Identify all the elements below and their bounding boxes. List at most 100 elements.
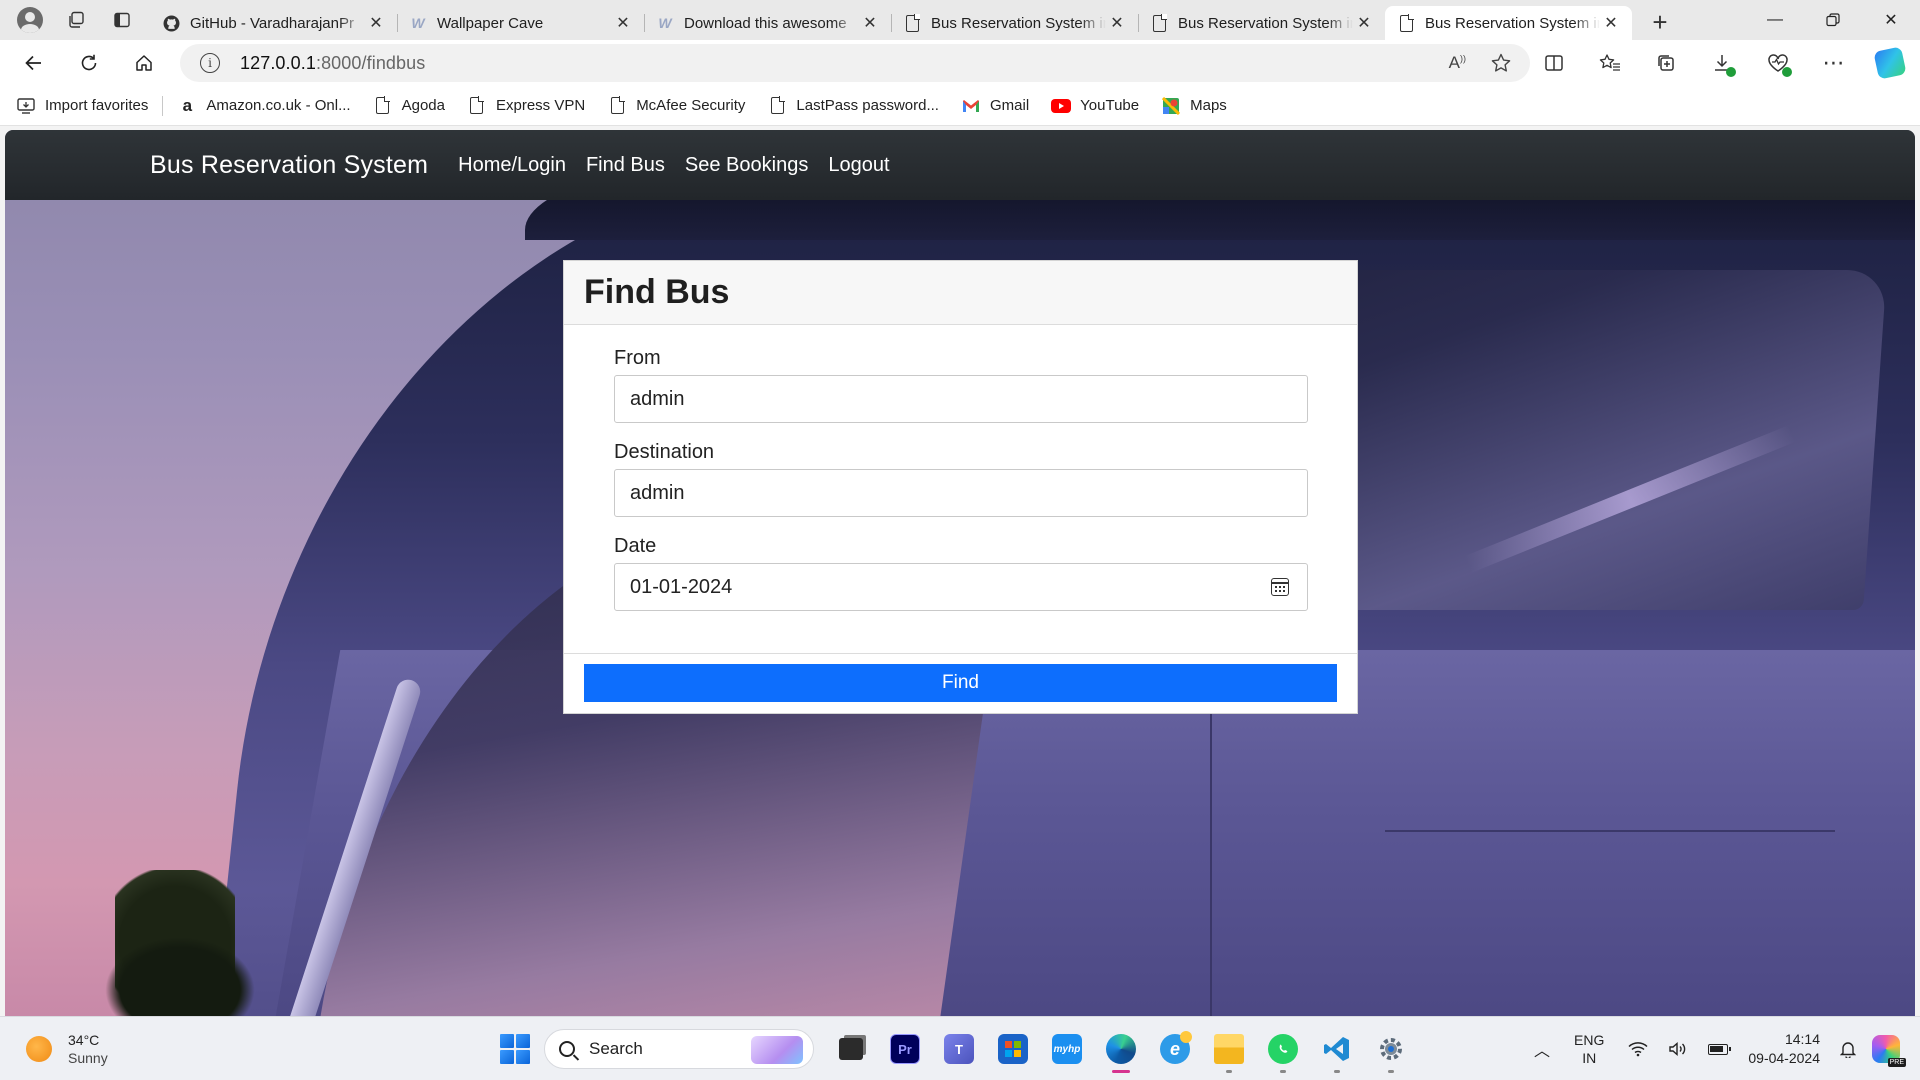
- sunny-icon: [26, 1036, 52, 1062]
- read-aloud-icon[interactable]: A)): [1449, 53, 1466, 73]
- workspaces-icon: [69, 11, 84, 28]
- page-icon: [1150, 13, 1168, 32]
- file-explorer-icon[interactable]: [1206, 1025, 1252, 1073]
- close-icon[interactable]: ✕: [612, 12, 634, 34]
- close-window-button[interactable]: ✕: [1862, 0, 1920, 40]
- settings-icon[interactable]: [1368, 1025, 1414, 1073]
- battery-icon[interactable]: [1708, 1043, 1732, 1055]
- close-icon[interactable]: ✕: [859, 12, 881, 34]
- url-text[interactable]: 127.0.0.1:8000/findbus: [240, 53, 425, 74]
- brand-link[interactable]: Bus Reservation System: [150, 151, 428, 180]
- volume-icon[interactable]: [1668, 1041, 1688, 1057]
- date-input[interactable]: 01-01-2024: [614, 563, 1308, 611]
- gmail-icon: [961, 96, 981, 116]
- favorites-button[interactable]: [1590, 45, 1630, 81]
- favorites-bar: Import favorites a Amazon.co.uk - Onl...…: [0, 86, 1920, 126]
- back-button[interactable]: [14, 45, 54, 81]
- tab-strip: GitHub - VaradharajanPr ✕ W Wallpaper Ca…: [150, 0, 1632, 40]
- tab-bus-reservation-2[interactable]: Bus Reservation System in ✕: [1138, 6, 1385, 40]
- profile-button[interactable]: [10, 4, 50, 36]
- nav-find-bus[interactable]: Find Bus: [586, 154, 665, 177]
- myhp-icon[interactable]: myhp: [1044, 1025, 1090, 1073]
- close-icon[interactable]: ✕: [1106, 12, 1128, 34]
- find-button[interactable]: Find: [584, 664, 1337, 702]
- nav-see-bookings[interactable]: See Bookings: [685, 154, 808, 177]
- close-icon[interactable]: ✕: [1353, 12, 1375, 34]
- address-bar[interactable]: i 127.0.0.1:8000/findbus A)): [180, 44, 1530, 82]
- language-indicator[interactable]: ENG IN: [1574, 1031, 1604, 1067]
- favorite-star-icon[interactable]: [1490, 52, 1512, 74]
- fav-lastpass[interactable]: LastPass password...: [767, 96, 939, 116]
- page-icon: [767, 96, 787, 116]
- tab-actions-button[interactable]: [102, 4, 142, 36]
- edge-icon[interactable]: [1098, 1025, 1144, 1073]
- page-icon: [373, 96, 393, 116]
- fav-mcafee[interactable]: McAfee Security: [607, 96, 745, 116]
- search-icon: [559, 1041, 575, 1057]
- fav-gmail[interactable]: Gmail: [961, 96, 1029, 116]
- date-group: Date 01-01-2024: [614, 535, 1308, 611]
- minimize-button[interactable]: —: [1746, 0, 1804, 40]
- workspaces-button[interactable]: [56, 4, 96, 36]
- maps-icon: [1161, 96, 1181, 116]
- split-screen-button[interactable]: [1534, 45, 1574, 81]
- card-header: Find Bus: [564, 261, 1357, 325]
- task-view-icon[interactable]: [828, 1025, 874, 1073]
- refresh-button[interactable]: [69, 45, 109, 81]
- fav-youtube[interactable]: YouTube: [1051, 96, 1139, 116]
- tab-wallpaper-cave[interactable]: W Wallpaper Cave ✕: [397, 6, 644, 40]
- close-icon[interactable]: ✕: [1600, 12, 1622, 34]
- tab-title: GitHub - VaradharajanPr: [190, 14, 354, 32]
- restore-button[interactable]: [1804, 0, 1862, 40]
- copilot-preview-icon[interactable]: [1872, 1035, 1906, 1067]
- windows-taskbar: 34°C Sunny Search Pr T myhp e ︿ ENG IN 1…: [0, 1016, 1920, 1080]
- weather-temperature: 34°C: [68, 1032, 100, 1048]
- premiere-pro-icon[interactable]: Pr: [882, 1025, 928, 1073]
- taskbar-search[interactable]: Search: [544, 1029, 814, 1069]
- weather-widget[interactable]: 34°C Sunny: [26, 1031, 108, 1067]
- microsoft-store-icon[interactable]: [990, 1025, 1036, 1073]
- taskbar-apps: Search Pr T myhp e: [500, 1025, 1418, 1073]
- fav-import-favorites[interactable]: Import favorites: [16, 96, 148, 116]
- new-tab-button[interactable]: +: [1640, 6, 1680, 38]
- fav-agoda[interactable]: Agoda: [373, 96, 445, 116]
- show-hidden-icons-chevron-icon[interactable]: ︿: [1534, 1037, 1550, 1061]
- tab-title: Bus Reservation System in: [1178, 14, 1353, 32]
- fav-express-vpn[interactable]: Express VPN: [467, 96, 585, 116]
- browser-essentials-button[interactable]: [1758, 45, 1798, 81]
- internet-explorer-icon[interactable]: e: [1152, 1025, 1198, 1073]
- fav-amazon[interactable]: a Amazon.co.uk - Onl...: [177, 96, 351, 116]
- download-complete-badge: [1726, 67, 1736, 77]
- tab-bus-reservation-1[interactable]: Bus Reservation System in ✕: [891, 6, 1138, 40]
- wifi-icon[interactable]: [1628, 1041, 1648, 1057]
- vscode-icon[interactable]: [1314, 1025, 1360, 1073]
- nav-logout[interactable]: Logout: [828, 154, 889, 177]
- tab-bus-reservation-active[interactable]: Bus Reservation System in ✕: [1385, 6, 1632, 40]
- downloads-button[interactable]: [1702, 45, 1742, 81]
- refresh-icon: [81, 54, 97, 71]
- tab-github[interactable]: GitHub - VaradharajanPr ✕: [150, 6, 397, 40]
- system-tray: ︿ ENG IN 14:14 09-04-2024: [1524, 1017, 1920, 1080]
- clock[interactable]: 14:14 09-04-2024: [1748, 1030, 1820, 1068]
- home-button[interactable]: [124, 45, 164, 81]
- nav-home-login[interactable]: Home/Login: [458, 154, 566, 177]
- fav-maps[interactable]: Maps: [1161, 96, 1227, 116]
- teams-icon[interactable]: T: [936, 1025, 982, 1073]
- close-icon[interactable]: ✕: [365, 12, 387, 34]
- destination-input[interactable]: [614, 469, 1308, 517]
- clock-time: 14:14: [1784, 1031, 1820, 1047]
- fav-label: Express VPN: [495, 97, 586, 114]
- notification-bell-icon[interactable]: [1840, 1040, 1856, 1058]
- calendar-icon[interactable]: [1271, 578, 1289, 596]
- whatsapp-icon[interactable]: [1260, 1025, 1306, 1073]
- language-code: ENG: [1574, 1032, 1605, 1048]
- from-input[interactable]: [614, 375, 1308, 423]
- search-placeholder: Search: [589, 1039, 643, 1058]
- more-options-button[interactable]: ⋯: [1814, 45, 1854, 81]
- copilot-button[interactable]: [1870, 45, 1910, 81]
- info-icon[interactable]: i: [200, 53, 220, 73]
- windows-start-icon[interactable]: [500, 1034, 530, 1064]
- page-viewport: Bus Reservation System Home/Login Find B…: [5, 130, 1915, 1016]
- tab-download-wallpaper[interactable]: W Download this awesome ✕: [644, 6, 891, 40]
- collections-button[interactable]: [1646, 45, 1686, 81]
